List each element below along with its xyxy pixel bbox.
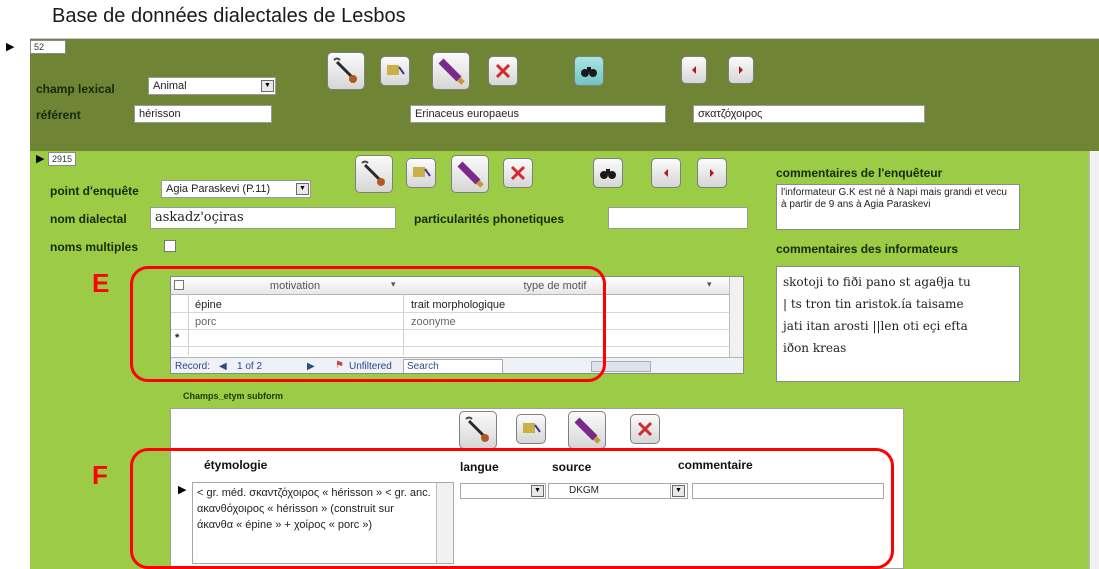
delete-icon [495,63,511,79]
informateurs-line: | ts tron tin aristok.ía taisame [783,297,964,311]
sub-prev-button[interactable] [651,158,681,188]
app-title: Base de données dialectales de Lesbos [52,5,406,27]
referent-label: référent [36,108,81,122]
edit-button[interactable] [327,52,365,90]
tag-button[interactable] [380,56,410,86]
main-form-band [30,39,1099,151]
pencil-icon [438,58,465,85]
commentaires-informateurs-label: commentaires des informateurs [776,242,959,256]
etym-tag-button[interactable] [516,414,546,444]
noms-multiples-label: noms multiples [50,240,139,254]
referent-latin-field[interactable]: Erinaceus europaeus [410,105,666,123]
binoculars-icon [581,67,597,77]
pen-edit-icon [333,57,357,83]
delete-icon [510,165,526,181]
arrow-right-icon [710,169,714,177]
main-record-selector-icon[interactable]: ▶ [6,40,14,53]
sub-record-id: 2915 [48,152,76,166]
record-selector-column [0,39,30,569]
main-record-id: 52 [30,40,66,54]
delete-icon [637,421,653,437]
arrow-left-icon [692,66,696,74]
pencil-icon [457,161,484,188]
referent-french-field[interactable]: hérisson [134,105,272,123]
commentaires-informateurs-field[interactable]: skotoji to fiði pano st agaθja tu | ts t… [776,266,1020,382]
sub-delete-button[interactable] [503,158,533,188]
binoculars-icon [600,169,616,179]
etym-subform-caption: Champs_etym subform [183,391,284,401]
pencil-button[interactable] [432,52,470,90]
highlight-box-e [130,266,606,382]
chevron-down-icon[interactable]: ▼ [296,183,309,195]
etym-delete-button[interactable] [630,414,660,444]
sub-pencil-button[interactable] [451,155,489,193]
pen-edit-icon [465,416,489,442]
annotation-label-e: E [92,268,110,298]
commentaires-enqueteur-field[interactable]: l'informateur G.K est né à Napi mais gra… [776,184,1020,230]
etym-pencil-button[interactable] [568,411,606,449]
point-enquete-combo[interactable]: Agia Paraskevi (P.11) ▼ [161,180,311,198]
highlight-box-f [130,448,894,569]
prev-record-button[interactable] [681,56,707,84]
chevron-down-icon[interactable]: ▾ [707,279,712,290]
arrow-left-icon [664,169,668,177]
sub-next-button[interactable] [697,158,727,188]
tag-icon [413,167,431,177]
referent-greek-field[interactable]: σκατζόχοιρος [693,105,925,123]
pen-edit-icon [361,160,385,186]
chevron-down-icon[interactable]: ▼ [261,80,274,92]
motif-grid-scrollbar[interactable] [729,277,743,357]
particularites-label: particularités phonetiques [414,212,565,226]
nom-dialectal-field[interactable]: askadz'oçiras [150,207,396,229]
annotation-label-f: F [92,460,108,490]
commentaires-enqueteur-label: commentaires de l'enquêteur [776,166,943,180]
nom-dialectal-label: nom dialectal [50,212,127,226]
noms-multiples-checkbox[interactable] [164,240,176,252]
informateurs-line: iðon kreas [783,341,847,355]
informateurs-line: skotoji to fiði pano st agaθja tu [783,275,971,289]
point-enquete-label: point d'enquête [50,184,139,198]
next-record-button[interactable] [728,56,754,84]
champ-lexical-value: Animal [153,80,187,92]
tag-icon [387,65,405,75]
point-enquete-value: Agia Paraskevi (P.11) [166,183,271,195]
tag-icon [523,423,541,433]
pencil-icon [574,417,601,444]
informateurs-line: jati itan arosti ||len oti eçi efta [783,319,968,333]
champ-lexical-label: champ lexical [36,82,115,96]
sub-search-button[interactable] [593,158,623,188]
delete-button[interactable] [488,56,518,86]
search-button[interactable] [574,56,604,86]
form-scrollbar[interactable] [1089,151,1099,569]
sub-record-selector-icon[interactable]: ▶ [36,152,44,165]
arrow-right-icon [739,66,743,74]
champ-lexical-combo[interactable]: Animal ▼ [148,77,276,95]
particularites-field[interactable] [608,207,748,229]
sub-edit-button[interactable] [355,155,393,193]
sub-tag-button[interactable] [406,158,436,188]
etym-edit-button[interactable] [459,411,497,449]
